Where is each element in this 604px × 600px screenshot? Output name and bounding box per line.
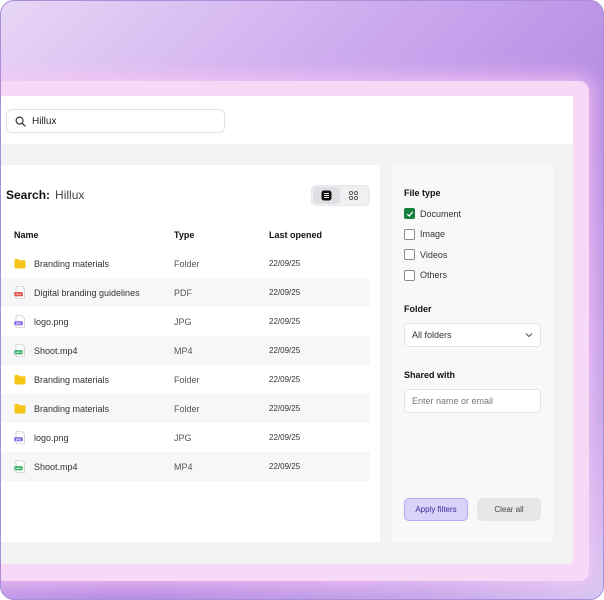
file-name: Branding materials — [34, 258, 110, 269]
file-type-option-image[interactable]: Image — [404, 228, 446, 240]
filters-panel: File type Document Image Videos Others Fold… — [390, 165, 553, 542]
file-type: Folder — [174, 258, 200, 269]
last-opened-date: 22/09/25 — [269, 404, 301, 413]
grid-view-button[interactable] — [340, 187, 367, 204]
mp4-file-icon: MP4 — [14, 344, 34, 357]
column-header-name[interactable]: Name — [1, 230, 174, 240]
folder-icon — [14, 257, 34, 270]
list-view-icon — [321, 190, 332, 201]
results-title: Search: Hillux — [6, 188, 84, 202]
folder-select-value: All folders — [412, 330, 452, 340]
file-name-cell: Branding materials — [1, 402, 174, 415]
last-opened-date: 22/09/25 — [269, 462, 301, 471]
file-name-cell: MP4 Shoot.mp4 — [1, 344, 174, 357]
file-name: Branding materials — [34, 403, 110, 414]
table-row[interactable]: PDF Digital branding guidelines PDF 22/09/2… — [1, 278, 370, 307]
column-header-last-opened[interactable]: Last opened — [269, 230, 359, 240]
last-opened-date: 22/09/25 — [269, 288, 301, 297]
table-row[interactable]: Branding materials Folder 22/09/25 — [1, 394, 370, 423]
table-row[interactable]: MP4 Shoot.mp4 MP4 22/09/25 — [1, 336, 370, 365]
file-type-option-label: Image — [420, 229, 446, 239]
folder-icon — [14, 402, 34, 415]
mp4-file-icon: MP4 — [14, 460, 34, 473]
last-opened-date: 22/09/25 — [269, 375, 301, 384]
clear-all-button[interactable]: Clear all — [477, 498, 541, 521]
last-opened-date: 22/09/25 — [269, 346, 301, 355]
list-view-button[interactable] — [313, 187, 340, 204]
apply-filters-button[interactable]: Apply filters — [404, 498, 468, 521]
svg-text:MP4: MP4 — [15, 350, 22, 354]
checkbox[interactable] — [404, 208, 415, 219]
results-title-label: Search: — [6, 188, 51, 202]
file-name: Digital branding guidelines — [34, 287, 140, 298]
file-name: logo.png — [34, 316, 69, 327]
top-bar — [1, 96, 573, 144]
chevron-down-icon — [525, 333, 533, 338]
file-type: Folder — [174, 374, 200, 385]
search-box[interactable] — [6, 109, 225, 133]
table-row[interactable]: Branding materials Folder 22/09/25 — [1, 249, 370, 278]
checkbox[interactable] — [404, 269, 415, 281]
results-query: Hillux — [55, 188, 85, 202]
table-row[interactable]: Branding materials Folder 22/09/25 — [1, 365, 370, 394]
file-type: JPG — [174, 432, 192, 443]
file-name-cell: PDF Digital branding guidelines — [1, 286, 174, 299]
file-type: MP4 — [174, 461, 193, 472]
table-row[interactable]: JPG logo.png JPG 22/09/25 — [1, 307, 370, 336]
folder-heading: Folder — [404, 304, 432, 314]
search-input[interactable] — [32, 115, 212, 127]
file-type: Folder — [174, 403, 200, 414]
table-row[interactable]: MP4 Shoot.mp4 MP4 22/09/25 — [1, 452, 370, 481]
file-type: MP4 — [174, 345, 193, 356]
file-type: PDF — [174, 287, 192, 298]
svg-text:JPG: JPG — [15, 321, 22, 325]
file-name-cell: MP4 Shoot.mp4 — [1, 460, 174, 473]
file-name-cell: JPG logo.png — [1, 431, 174, 444]
column-header-type[interactable]: Type — [174, 230, 269, 240]
file-type-option-videos[interactable]: Videos — [404, 249, 447, 260]
app-window: Search: Hillux — [1, 96, 573, 564]
file-type-heading: File type — [404, 188, 441, 198]
checkbox[interactable] — [404, 249, 415, 260]
file-type-option-others[interactable]: Others — [404, 269, 448, 281]
file-name: logo.png — [34, 432, 69, 443]
table-header: Name Type Last opened — [1, 220, 370, 249]
svg-text:PDF: PDF — [15, 292, 21, 296]
background-frame: Search: Hillux — [0, 0, 604, 600]
folder-icon — [14, 373, 34, 386]
pdf-file-icon: PDF — [14, 286, 34, 299]
grid-view-icon — [348, 190, 359, 201]
jpg-file-icon: JPG — [14, 315, 34, 328]
svg-text:MP4: MP4 — [15, 466, 22, 470]
file-name-cell: Branding materials — [1, 257, 174, 270]
jpg-file-icon: JPG — [14, 431, 34, 444]
file-name: Shoot.mp4 — [34, 461, 78, 472]
file-type-option-label: Others — [420, 270, 448, 280]
svg-text:JPG: JPG — [15, 437, 22, 441]
shared-with-input[interactable] — [404, 389, 541, 413]
folder-select[interactable]: All folders — [404, 323, 541, 347]
results-panel: Search: Hillux Name Type Last opened Bra… — [1, 165, 380, 542]
file-name-cell: Branding materials — [1, 373, 174, 386]
view-toggle — [311, 185, 370, 206]
table-row[interactable]: JPG logo.png JPG 22/09/25 — [1, 423, 370, 452]
shared-with-heading: Shared with — [404, 370, 456, 380]
results-table: Name Type Last opened Branding materials… — [1, 220, 370, 481]
file-type-option-label: Document — [420, 208, 462, 219]
last-opened-date: 22/09/25 — [269, 317, 301, 326]
table-body: Branding materials Folder 22/09/25 PDF Digit… — [1, 249, 370, 481]
file-name-cell: JPG logo.png — [1, 315, 174, 328]
search-icon — [15, 116, 26, 127]
file-type-option-document[interactable]: Document — [404, 208, 461, 219]
last-opened-date: 22/09/25 — [269, 259, 301, 268]
file-name: Shoot.mp4 — [34, 345, 78, 356]
checkmark-icon — [406, 210, 413, 217]
checkbox[interactable] — [404, 228, 415, 240]
file-type-option-label: Videos — [420, 249, 448, 260]
last-opened-date: 22/09/25 — [269, 433, 301, 442]
file-type: JPG — [174, 316, 192, 327]
file-name: Branding materials — [34, 374, 110, 385]
